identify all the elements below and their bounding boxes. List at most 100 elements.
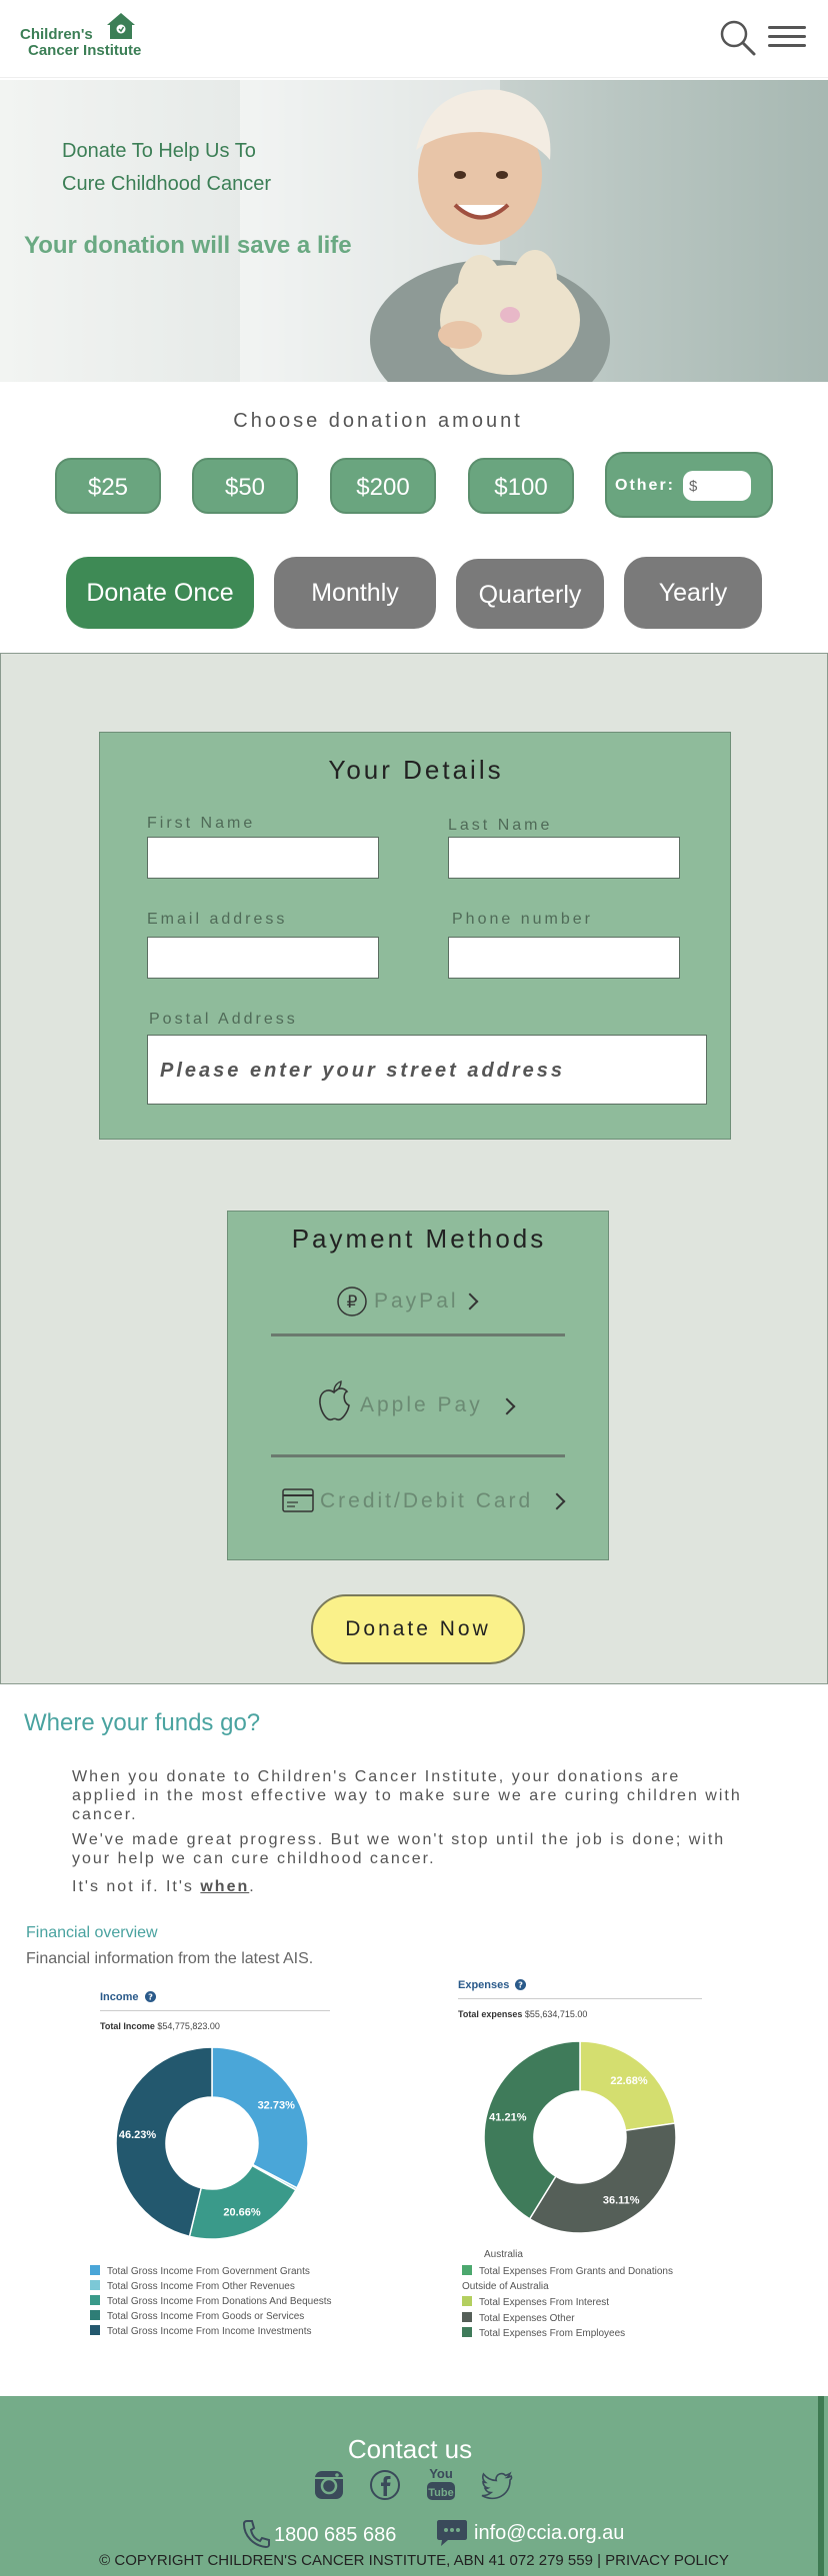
- income-donut-chart: 32.73% 20.66% 46.23%: [115, 2046, 309, 2240]
- payment-option-paypal[interactable]: ₽ PayPal: [228, 1276, 610, 1325]
- info-icon[interactable]: ?: [144, 1991, 156, 2002]
- phone-icon: [242, 2520, 270, 2548]
- postal-address-field[interactable]: Please enter your street address: [147, 1035, 707, 1105]
- frequency-quarterly[interactable]: Quarterly: [456, 559, 604, 629]
- hamburger-menu-icon[interactable]: [768, 20, 806, 56]
- amount-50-button[interactable]: $50: [192, 458, 298, 514]
- when-link[interactable]: when: [200, 1878, 249, 1895]
- svg-text:₽: ₽: [347, 1292, 358, 1312]
- donut-slice-label: 36.11%: [603, 2195, 640, 2207]
- email-label: Email address: [147, 911, 288, 928]
- logo-text-line1: Children's: [20, 26, 93, 43]
- hero-banner: Donate To Help Us To Cure Childhood Canc…: [0, 80, 828, 382]
- amount-200-button[interactable]: $200: [330, 458, 436, 514]
- expenses-card-title: Expenses ?: [458, 1979, 527, 1991]
- paypal-label: PayPal: [374, 1289, 459, 1312]
- facebook-icon[interactable]: [368, 2468, 402, 2502]
- legend-item: Total Expenses From Employees: [462, 2327, 625, 2339]
- funds-paragraph-2: We've made great progress. But we won't …: [72, 1831, 726, 1867]
- first-name-field[interactable]: [147, 837, 379, 879]
- last-name-label: Last Name: [448, 817, 553, 834]
- hero-title-line2: Cure Childhood Cancer: [62, 173, 272, 195]
- message-icon: [437, 2520, 467, 2546]
- site-footer: Contact us You Tube 1800 685 686 info@cc…: [0, 2396, 828, 2576]
- svg-text:?: ?: [519, 1980, 524, 1990]
- income-card-title: Income ?: [100, 1991, 156, 2003]
- youtube-icon[interactable]: You Tube: [424, 2464, 458, 2504]
- expenses-legend-pretext: Australia: [484, 2249, 523, 2260]
- donut-slice-label: 46.23%: [119, 2129, 157, 2141]
- legend-item: Total Gross Income From Other Revenues: [90, 2280, 295, 2292]
- financial-overview-title: Financial overview: [26, 1924, 158, 1941]
- funds-paragraph-3: It's not if. It's when.: [72, 1878, 256, 1895]
- funds-paragraph-1: When you donate to Children's Cancer Ins…: [72, 1768, 742, 1823]
- legend-item: Total Expenses From Grants and Donations: [462, 2265, 673, 2277]
- financial-overview-subtitle: Financial information from the latest AI…: [26, 1950, 314, 1967]
- amount-other-label: Other:: [615, 477, 675, 494]
- chevron-right-icon: [461, 1292, 479, 1310]
- first-name-label: First Name: [147, 815, 256, 832]
- svg-text:?: ?: [148, 1992, 153, 2002]
- payment-divider: [271, 1333, 565, 1336]
- footer-copyright: © COPYRIGHT CHILDREN'S CANCER INSTITUTE,…: [99, 2552, 729, 2569]
- donut-slice-label: 20.66%: [223, 2207, 261, 2219]
- donut-slice-label: 22.68%: [610, 2075, 648, 2087]
- payment-methods-panel: Payment Methods ₽ PayPal Apple Pay Credi…: [227, 1211, 609, 1560]
- chevron-right-icon: [498, 1397, 516, 1415]
- apple-icon: [319, 1380, 350, 1421]
- payment-divider: [271, 1454, 565, 1457]
- expenses-donut-chart: 22.68% 36.11% 41.21%: [483, 2040, 677, 2234]
- phone-field[interactable]: [448, 937, 680, 979]
- postal-address-label: Postal Address: [149, 1011, 298, 1028]
- house-icon: [107, 13, 135, 39]
- amount-other-button[interactable]: Other:: [605, 452, 773, 518]
- instagram-icon[interactable]: [312, 2468, 346, 2502]
- legend-item: Total Gross Income From Income Investmen…: [90, 2325, 312, 2337]
- donate-now-button[interactable]: Donate Now: [311, 1594, 525, 1664]
- frequency-yearly[interactable]: Yearly: [624, 557, 762, 629]
- scrollbar[interactable]: [818, 2396, 824, 2576]
- hero-title-line1: Donate To Help Us To: [62, 140, 256, 162]
- chevron-right-icon: [548, 1492, 566, 1510]
- twitter-icon[interactable]: [480, 2468, 514, 2502]
- legend-item: Total Gross Income From Government Grant…: [90, 2265, 310, 2277]
- donut-slice-label: 32.73%: [258, 2099, 296, 2111]
- info-icon[interactable]: ?: [515, 1979, 527, 1990]
- footer-email[interactable]: info@ccia.org.au: [474, 2522, 624, 2545]
- phone-label: Phone number: [452, 911, 593, 928]
- amount-100-button[interactable]: $100: [468, 458, 574, 514]
- site-header: Children's Cancer Institute: [0, 0, 828, 78]
- legend-item: Total Expenses From Interest: [462, 2296, 609, 2308]
- legend-item: Outside of Australia: [462, 2280, 549, 2292]
- choose-amount-title: Choose donation amount: [233, 410, 523, 432]
- funds-title: Where your funds go?: [24, 1709, 261, 1736]
- amount-other-input[interactable]: [683, 471, 751, 501]
- your-details-panel: Your Details First Name Last Name Email …: [99, 732, 731, 1140]
- amount-25-button[interactable]: $25: [55, 458, 161, 514]
- income-total: Total Income $54,775,823.00: [100, 2021, 220, 2031]
- expenses-total: Total expenses $55,634,715.00: [458, 2009, 588, 2019]
- paypal-icon: ₽: [337, 1287, 367, 1316]
- last-name-field[interactable]: [448, 837, 680, 879]
- svg-text:Tube: Tube: [428, 2487, 453, 2499]
- email-field[interactable]: [147, 937, 379, 979]
- payment-methods-title: Payment Methods: [291, 1224, 547, 1254]
- donut-slice[interactable]: [211, 2046, 309, 2189]
- svg-text:You: You: [429, 2466, 453, 2481]
- credit-card-icon: [282, 1488, 314, 1512]
- hero-child-image: [370, 89, 610, 382]
- contact-us-title: Contact us: [347, 2434, 473, 2464]
- search-icon[interactable]: [718, 18, 758, 58]
- payment-option-credit-card[interactable]: Credit/Debit Card: [228, 1475, 610, 1525]
- donation-form-section: Your Details First Name Last Name Email …: [0, 653, 828, 1684]
- hero-tagline: Your donation will save a life: [24, 232, 352, 259]
- legend-item: Total Expenses Other: [462, 2311, 575, 2324]
- footer-phone[interactable]: 1800 685 686: [274, 2524, 396, 2547]
- logo-text-line2: Cancer Institute: [28, 42, 142, 59]
- payment-option-apple-pay[interactable]: Apple Pay: [228, 1379, 610, 1429]
- credit-card-label: Credit/Debit Card: [320, 1489, 534, 1512]
- your-details-title: Your Details: [328, 755, 504, 785]
- frequency-donate-once[interactable]: Donate Once: [66, 557, 254, 629]
- frequency-monthly[interactable]: Monthly: [274, 557, 436, 629]
- site-logo[interactable]: Children's Cancer Institute: [18, 12, 158, 62]
